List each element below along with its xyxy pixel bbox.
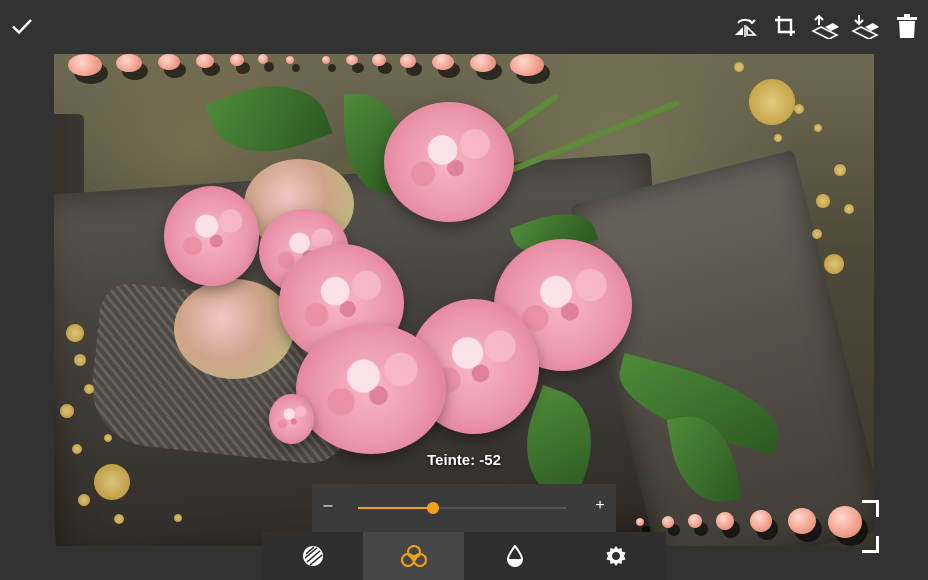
photo-canvas[interactable] xyxy=(54,54,874,546)
frame-corner-handle[interactable] xyxy=(862,500,879,517)
dot-overlay xyxy=(116,54,142,72)
sparkle xyxy=(794,104,804,114)
frame-corner-handle[interactable] xyxy=(862,536,879,553)
dot-overlay xyxy=(68,54,102,76)
tab-settings[interactable] xyxy=(565,532,666,580)
dot-overlay xyxy=(258,54,268,64)
trash-icon[interactable] xyxy=(893,12,921,40)
sparkle xyxy=(824,254,844,274)
hue-slider-panel: – + xyxy=(312,484,616,532)
increase-button[interactable]: + xyxy=(590,497,610,515)
dot-overlay xyxy=(662,516,674,528)
sparkle xyxy=(812,229,822,239)
dot-overlay xyxy=(636,518,644,526)
top-toolbar xyxy=(0,0,928,54)
hue-slider[interactable] xyxy=(358,502,566,514)
rose xyxy=(384,102,514,222)
adjustment-tab-bar xyxy=(262,532,666,580)
dot-overlay xyxy=(828,506,862,538)
tab-saturation[interactable] xyxy=(464,532,565,580)
dot-overlay xyxy=(470,54,496,72)
sparkle xyxy=(74,354,86,366)
tab-color[interactable] xyxy=(363,532,464,580)
sparkle xyxy=(844,204,854,214)
dot-overlay xyxy=(196,54,214,68)
dot-overlay xyxy=(286,56,294,64)
decrease-button[interactable]: – xyxy=(318,497,338,515)
layer-up-icon[interactable] xyxy=(811,12,839,40)
tab-texture[interactable] xyxy=(262,532,363,580)
dot-overlay xyxy=(372,54,386,66)
dot-overlay xyxy=(346,55,358,65)
flip-icon[interactable] xyxy=(731,12,759,40)
drop-icon xyxy=(506,545,523,567)
leaf xyxy=(205,67,333,171)
sparkle xyxy=(814,124,822,132)
rose xyxy=(164,186,259,286)
crop-icon[interactable] xyxy=(771,12,799,40)
dot-overlay xyxy=(716,512,734,530)
sparkle xyxy=(174,514,182,522)
dot-overlay xyxy=(510,54,544,76)
rose-bud xyxy=(174,279,294,379)
hue-value-label: Teinte: -52 xyxy=(427,452,501,469)
dot-overlay xyxy=(750,510,772,532)
dot-overlay xyxy=(688,514,702,528)
sparkle xyxy=(94,464,130,500)
dot-overlay xyxy=(158,54,180,70)
dot-overlay xyxy=(400,54,416,68)
sparkle xyxy=(774,134,782,142)
check-icon[interactable] xyxy=(8,12,36,40)
sparkle xyxy=(60,404,74,418)
sparkle xyxy=(816,194,830,208)
slider-fill xyxy=(358,507,433,509)
dot-overlay xyxy=(788,508,816,534)
rose xyxy=(269,394,314,444)
sparkle xyxy=(104,434,112,442)
dot-overlay xyxy=(230,54,244,66)
sparkle xyxy=(66,324,84,342)
color-circles-icon xyxy=(400,545,427,567)
sparkle xyxy=(734,62,744,72)
rose xyxy=(296,324,446,454)
dot-overlay xyxy=(322,56,330,64)
sparkle xyxy=(114,514,124,524)
sparkle xyxy=(78,494,90,506)
sparkle xyxy=(84,384,94,394)
slider-thumb[interactable] xyxy=(426,502,439,514)
texture-icon xyxy=(302,546,323,566)
dot-overlay xyxy=(432,54,454,70)
sparkle xyxy=(834,164,846,176)
layer-down-icon[interactable] xyxy=(851,12,879,40)
sparkle xyxy=(749,79,795,125)
gear-icon xyxy=(606,546,625,566)
